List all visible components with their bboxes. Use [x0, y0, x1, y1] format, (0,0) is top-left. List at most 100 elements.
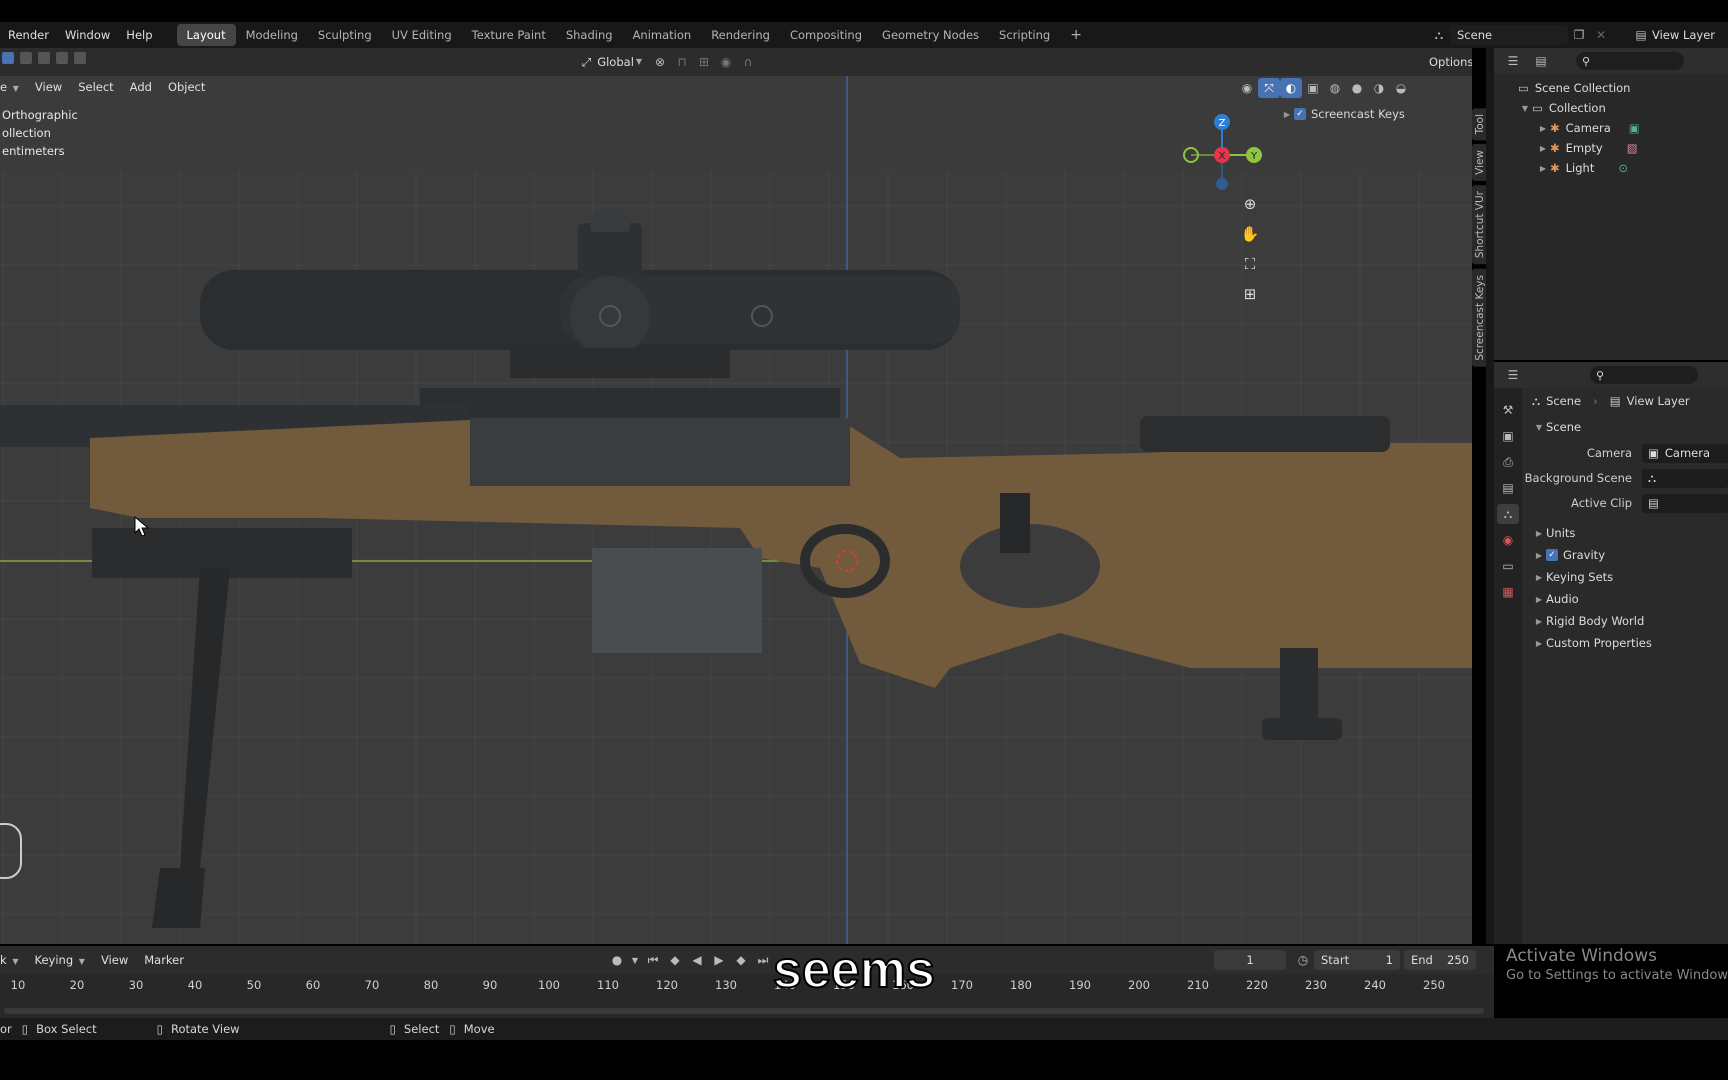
- select-extend-icon[interactable]: [20, 52, 32, 64]
- pivot-point-icon[interactable]: ⊗: [649, 52, 671, 72]
- active-clip-field[interactable]: ▤: [1642, 493, 1728, 513]
- tool-tab-icon[interactable]: ⚒: [1497, 400, 1519, 420]
- prev-keyframe-icon[interactable]: ◆: [664, 950, 686, 970]
- rendered-shading-icon[interactable]: ◒: [1390, 78, 1412, 98]
- playback-menu[interactable]: k ▼: [0, 949, 26, 971]
- jump-end-icon[interactable]: ⏭: [752, 950, 774, 970]
- expand-triangle-icon[interactable]: ▶: [1532, 573, 1546, 582]
- pan-hand-icon[interactable]: ✋: [1238, 222, 1262, 246]
- custom-properties-panel[interactable]: ▶ Custom Properties: [1522, 632, 1728, 654]
- options-dropdown[interactable]: Options ▼: [1422, 52, 1472, 72]
- collapse-triangle-icon[interactable]: ▼: [1532, 423, 1546, 432]
- expand-triangle-icon[interactable]: ▶: [1536, 164, 1550, 173]
- expand-triangle-icon[interactable]: ▶: [1532, 529, 1546, 538]
- screencast-keys-panel[interactable]: ▶ ✓ Screencast Keys: [1280, 104, 1405, 124]
- expand-triangle-icon[interactable]: ▶: [1536, 144, 1550, 153]
- menu-view[interactable]: View: [27, 76, 70, 98]
- select-subtract-icon[interactable]: [38, 52, 50, 64]
- menu-help[interactable]: Help: [118, 24, 160, 46]
- select-invert-icon[interactable]: [56, 52, 68, 64]
- expand-triangle-icon[interactable]: ▶: [1532, 639, 1546, 648]
- scene-panel-header[interactable]: ▼ Scene: [1522, 416, 1728, 438]
- menu-select[interactable]: Select: [70, 76, 121, 98]
- keying-menu[interactable]: Keying ▼: [26, 949, 92, 971]
- current-frame-field[interactable]: 1: [1214, 950, 1286, 970]
- navigation-gizmo[interactable]: Z Y X: [1177, 110, 1267, 200]
- end-frame-field[interactable]: End 250: [1404, 950, 1476, 970]
- zoom-icon[interactable]: ⊕: [1238, 192, 1262, 216]
- tab-compositing[interactable]: Compositing: [780, 24, 872, 46]
- preview-range-icon[interactable]: ◷: [1292, 950, 1314, 970]
- render-tab-icon[interactable]: ▣: [1497, 426, 1519, 446]
- editor-type-icon[interactable]: ☰: [1502, 365, 1524, 385]
- tab-rendering[interactable]: Rendering: [701, 24, 780, 46]
- camera-field[interactable]: ▣ Camera: [1642, 443, 1728, 463]
- display-mode-icon[interactable]: ▤: [1530, 51, 1552, 71]
- viewport[interactable]: ⤢ Global ▼ ⊗ ⊓ ⊞ ◉ ∩ Options ▼ e ▼ View …: [0, 48, 1472, 944]
- tree-item-empty[interactable]: ▶ ✱ Empty ▧: [1494, 138, 1728, 158]
- tree-item-camera[interactable]: ▶ ✱ Camera ▣: [1494, 118, 1728, 138]
- tab-uv-editing[interactable]: UV Editing: [382, 24, 462, 46]
- material-shading-icon[interactable]: ◑: [1368, 78, 1390, 98]
- play-icon[interactable]: ▶: [708, 950, 730, 970]
- outliner-search-input[interactable]: ⚲: [1576, 52, 1684, 70]
- tab-shading[interactable]: Shading: [556, 24, 623, 46]
- tree-scene-collection[interactable]: ▭ Scene Collection: [1494, 78, 1728, 98]
- view-layer-icon[interactable]: ▤: [1630, 25, 1652, 45]
- mode-dropdown[interactable]: e ▼: [0, 76, 27, 98]
- output-tab-icon[interactable]: ⎙: [1497, 452, 1519, 472]
- units-panel[interactable]: ▶ Units: [1522, 522, 1728, 544]
- rigid-body-world-panel[interactable]: ▶ Rigid Body World: [1522, 610, 1728, 632]
- menu-object[interactable]: Object: [160, 76, 213, 98]
- view-layer-tab-icon[interactable]: ▤: [1497, 478, 1519, 498]
- editor-type-icon[interactable]: ☰: [1502, 51, 1524, 71]
- snap-icon[interactable]: ⊓: [671, 52, 693, 72]
- jump-start-icon[interactable]: ⏮: [642, 950, 664, 970]
- gravity-checkbox[interactable]: ✓: [1546, 549, 1558, 561]
- snap-target-icon[interactable]: ⊞: [693, 52, 715, 72]
- tab-modeling[interactable]: Modeling: [236, 24, 308, 46]
- expand-triangle-icon[interactable]: ▶: [1532, 617, 1546, 626]
- tab-sculpting[interactable]: Sculpting: [308, 24, 382, 46]
- solid-shading-icon[interactable]: ●: [1346, 78, 1368, 98]
- transform-orientation-dropdown[interactable]: ⤢ Global ▼: [575, 52, 650, 72]
- texture-tab-icon[interactable]: ▦: [1497, 582, 1519, 602]
- visibility-icon[interactable]: ◉: [1236, 78, 1258, 98]
- add-workspace-button[interactable]: +: [1060, 24, 1092, 46]
- select-box-icon[interactable]: [2, 52, 14, 64]
- image-data-icon[interactable]: ▧: [1627, 141, 1638, 155]
- timeline-scrollbar[interactable]: [4, 1008, 1484, 1014]
- keying-sets-panel[interactable]: ▶ Keying Sets: [1522, 566, 1728, 588]
- camera-view-icon[interactable]: ⛶: [1238, 252, 1262, 276]
- light-data-icon[interactable]: ⊙: [1618, 161, 1628, 175]
- start-frame-field[interactable]: Start 1: [1314, 950, 1400, 970]
- expand-triangle-icon[interactable]: ▶: [1536, 124, 1550, 133]
- xray-toggle-icon[interactable]: ▣: [1302, 78, 1324, 98]
- overlay-toggle-icon[interactable]: ◐: [1280, 78, 1302, 98]
- gravity-panel[interactable]: ▶ ✓ Gravity: [1522, 544, 1728, 566]
- select-intersect-icon[interactable]: [74, 52, 86, 64]
- expand-triangle-icon[interactable]: ▶: [1280, 110, 1294, 119]
- properties-search-input[interactable]: ⚲: [1590, 366, 1698, 384]
- tab-layout[interactable]: Layout: [176, 24, 236, 46]
- view-layer-field[interactable]: View Layer: [1652, 28, 1715, 42]
- ortho-grid-icon[interactable]: ⊞: [1238, 282, 1262, 306]
- tree-collection[interactable]: ▼ ▭ Collection: [1494, 98, 1728, 118]
- tree-item-light[interactable]: ▶ ✱ Light ⊙: [1494, 158, 1728, 178]
- menu-render[interactable]: Render: [0, 24, 57, 46]
- collapse-triangle-icon[interactable]: ▼: [1518, 104, 1532, 113]
- tab-animation[interactable]: Animation: [623, 24, 702, 46]
- new-scene-icon[interactable]: ❐: [1568, 25, 1590, 45]
- delete-scene-icon[interactable]: ✕: [1590, 25, 1612, 45]
- wireframe-shading-icon[interactable]: ◍: [1324, 78, 1346, 98]
- tab-scripting[interactable]: Scripting: [989, 24, 1060, 46]
- timeline-view-menu[interactable]: View: [93, 949, 136, 971]
- tab-texture-paint[interactable]: Texture Paint: [462, 24, 556, 46]
- record-icon[interactable]: ●: [606, 950, 628, 970]
- expand-triangle-icon[interactable]: ▶: [1532, 551, 1546, 560]
- world-tab-icon[interactable]: ◉: [1497, 530, 1519, 550]
- scene-tab-icon[interactable]: ⛬: [1497, 504, 1519, 524]
- background-scene-field[interactable]: ⛬: [1642, 468, 1728, 488]
- screencast-keys-checkbox[interactable]: ✓: [1294, 108, 1306, 120]
- menu-add[interactable]: Add: [122, 76, 160, 98]
